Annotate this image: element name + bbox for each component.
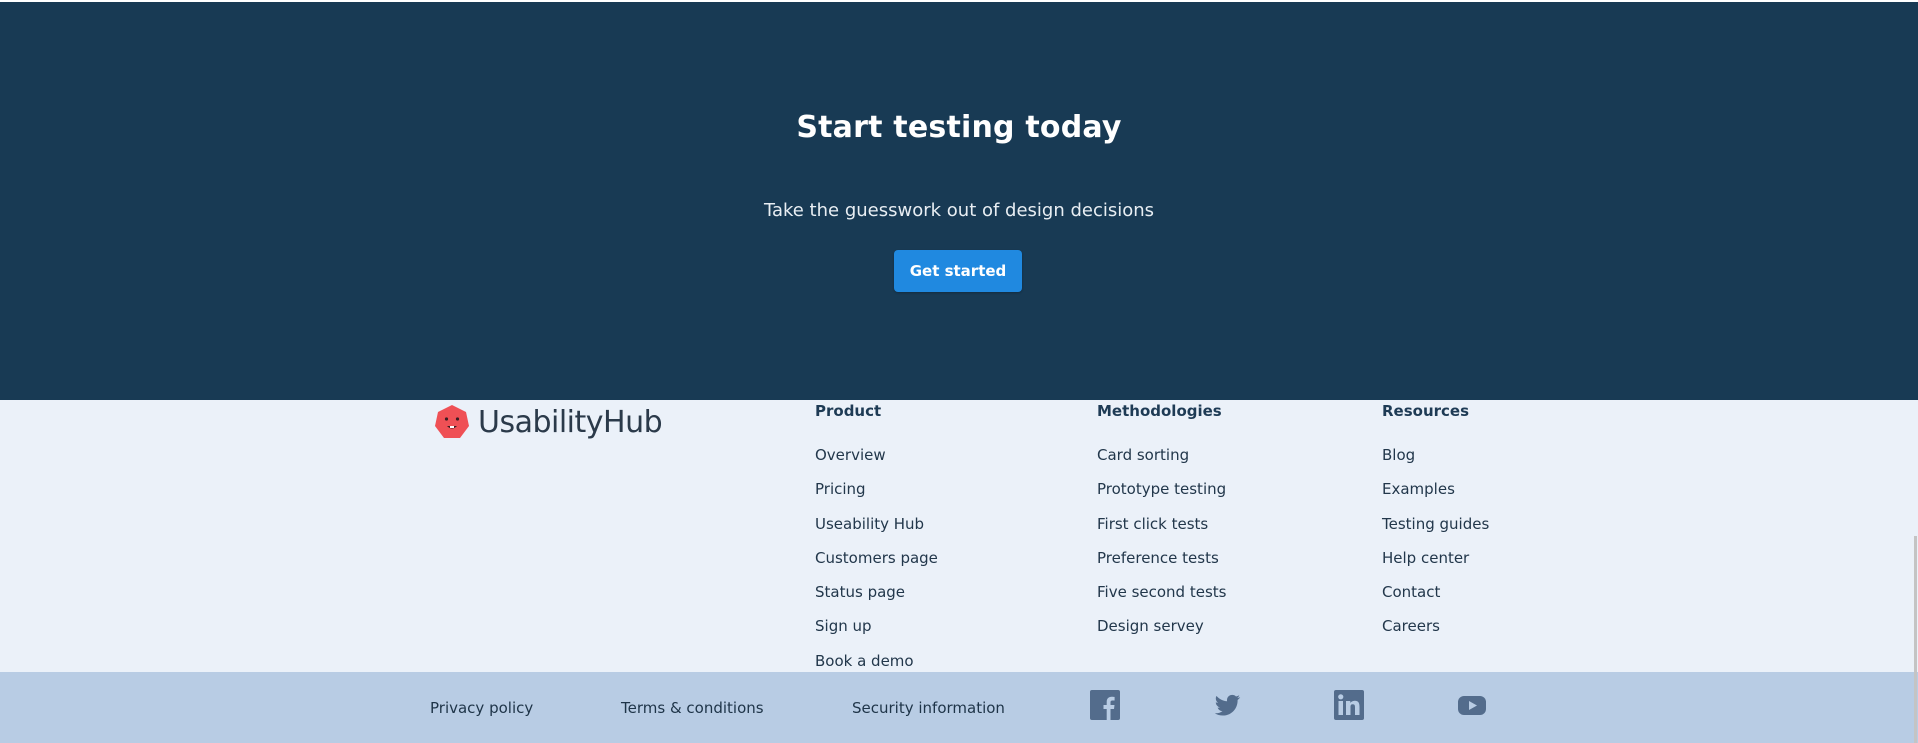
footer-link-help-center[interactable]: Help center (1382, 548, 1489, 582)
footer-link-pricing[interactable]: Pricing (815, 479, 938, 513)
footer-link-overview[interactable]: Overview (815, 445, 938, 479)
scrollbar-thumb[interactable] (1914, 536, 1917, 743)
brand-logo[interactable]: UsabilityHub (434, 402, 663, 442)
linkedin-icon[interactable] (1334, 690, 1364, 720)
footer-column-product: Product Overview Pricing Useability Hub … (815, 400, 938, 685)
footer-link-careers[interactable]: Careers (1382, 616, 1489, 650)
column-heading: Methodologies (1097, 402, 1222, 420)
footer-link-design-servey[interactable]: Design servey (1097, 616, 1226, 650)
youtube-icon[interactable] (1457, 690, 1487, 720)
footer-bottom-bar: Privacy policy Terms & conditions Securi… (0, 672, 1918, 743)
footer-link-customers-page[interactable]: Customers page (815, 548, 938, 582)
footer-link-testing-guides[interactable]: Testing guides (1382, 514, 1489, 548)
column-heading: Resources (1382, 402, 1470, 420)
footer-link-prototype-testing[interactable]: Prototype testing (1097, 479, 1226, 513)
cta-subtitle: Take the guesswork out of design decisio… (763, 200, 1155, 221)
cta-title: Start testing today (796, 110, 1122, 145)
footer-link-sign-up[interactable]: Sign up (815, 616, 938, 650)
twitter-icon[interactable] (1212, 690, 1242, 720)
footer-link-preference-tests[interactable]: Preference tests (1097, 548, 1226, 582)
get-started-button[interactable]: Get started (894, 250, 1022, 292)
footer-link-useability-hub[interactable]: Useability Hub (815, 514, 938, 548)
footer-column-resources: Resources Blog Examples Testing guides H… (1382, 400, 1489, 651)
footer-link-blog[interactable]: Blog (1382, 445, 1489, 479)
privacy-policy-link[interactable]: Privacy policy (430, 699, 533, 717)
footer-link-card-sorting[interactable]: Card sorting (1097, 445, 1226, 479)
footer-link-examples[interactable]: Examples (1382, 479, 1489, 513)
footer-column-methodologies: Methodologies Card sorting Prototype tes… (1097, 400, 1226, 651)
terms-conditions-link[interactable]: Terms & conditions (621, 699, 764, 717)
hexagon-face-logo-icon (435, 405, 469, 438)
column-heading: Product (815, 402, 882, 420)
footer-link-contact[interactable]: Contact (1382, 582, 1489, 616)
security-information-link[interactable]: Security information (852, 699, 1005, 717)
footer-link-five-second-tests[interactable]: Five second tests (1097, 582, 1226, 616)
brand-name: UsabilityHub (478, 404, 663, 440)
footer-link-first-click-tests[interactable]: First click tests (1097, 514, 1226, 548)
facebook-icon[interactable] (1090, 690, 1120, 720)
footer-link-status-page[interactable]: Status page (815, 582, 938, 616)
cta-section: Start testing today Take the guesswork o… (0, 2, 1918, 400)
footer: UsabilityHub Product Overview Pricing Us… (0, 400, 1918, 672)
